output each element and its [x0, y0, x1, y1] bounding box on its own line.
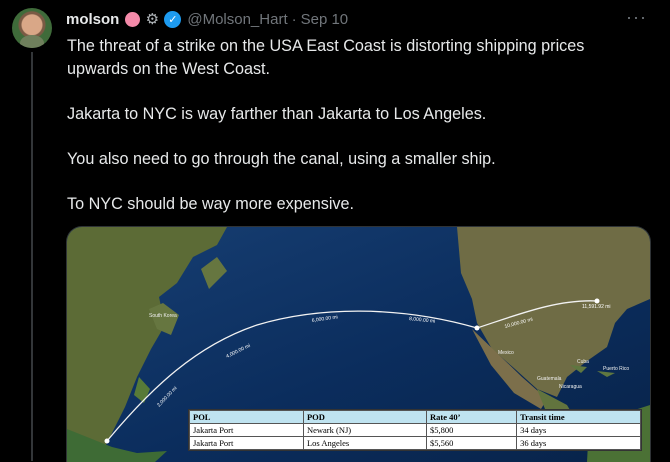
table-cell-pod: Los Angeles	[302, 436, 428, 450]
display-name[interactable]: molson	[66, 11, 119, 28]
table-row: Jakarta Port Newark (NJ) $5,800 34 days	[189, 423, 641, 437]
table-cell-transit: 34 days	[516, 423, 641, 437]
map-place-label: Guatemala	[537, 376, 562, 382]
route-distance-label: 11,591.92 mi	[582, 304, 611, 310]
table-cell-rate: $5,560	[426, 436, 518, 450]
post-paragraph: To NYC should be way more expensive.	[67, 195, 355, 213]
separator-dot: ·	[291, 10, 297, 28]
post-image[interactable]: 2,000.00 mi 4,000.00 mi 6,000.00 mi 8,00…	[66, 226, 651, 462]
nyc-marker	[594, 298, 600, 304]
user-handle[interactable]: @Molson_Hart	[187, 11, 287, 28]
column-header-transit: Transit time	[516, 410, 641, 424]
column-header-pol: POL	[189, 410, 304, 424]
map-place-label: South Korea	[149, 313, 177, 319]
post-paragraph: You also need to go through the canal, u…	[67, 150, 496, 168]
table-cell-transit: 36 days	[516, 436, 641, 450]
more-options-icon[interactable]: ···	[626, 7, 647, 28]
table-cell-pol: Jakarta Port	[189, 423, 304, 437]
rate-table: POL POD Rate 40’ Transit time Jakarta Po…	[189, 410, 641, 450]
map-place-label: Nicaragua	[559, 384, 582, 390]
brain-icon	[125, 11, 141, 27]
jakarta-marker	[104, 438, 110, 444]
post-header: molson ⚙ ✓ @Molson_Hart · Sep 10	[66, 9, 348, 29]
map-place-label: Mexico	[498, 350, 514, 356]
shipping-rate-table: POL POD Rate 40’ Transit time Jakarta Po…	[188, 409, 642, 451]
table-row: Jakarta Port Los Angeles $5,560 36 days	[189, 436, 641, 450]
verified-checkmark-icon[interactable]: ✓	[164, 10, 182, 28]
column-header-pod: POD	[302, 410, 428, 424]
post-date[interactable]: Sep 10	[301, 11, 349, 28]
column-header-rate: Rate 40’	[426, 410, 518, 424]
map-place-label: Cuba	[577, 359, 589, 365]
map-place-label: Puerto Rico	[603, 366, 629, 372]
los-angeles-marker	[474, 325, 480, 331]
thread-line	[31, 52, 33, 461]
avatar[interactable]	[12, 8, 52, 48]
post-text: The threat of a strike on the USA East C…	[67, 35, 642, 238]
table-header-row: POL POD Rate 40’ Transit time	[189, 410, 641, 424]
table-cell-pod: Newark (NJ)	[302, 423, 428, 437]
table-cell-pol: Jakarta Port	[189, 436, 304, 450]
post-paragraph: Jakarta to NYC is way farther than Jakar…	[67, 105, 487, 123]
table-cell-rate: $5,800	[426, 423, 518, 437]
post-paragraph: The threat of a strike on the USA East C…	[67, 37, 585, 78]
gear-badge-icon[interactable]: ⚙	[144, 11, 160, 28]
